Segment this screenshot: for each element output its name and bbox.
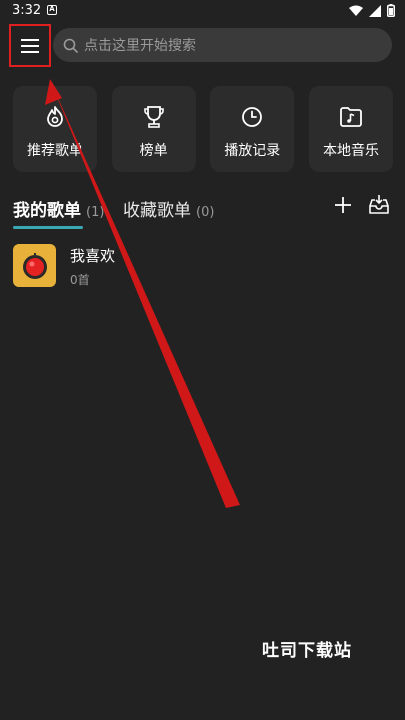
- playlist-cover: [13, 244, 56, 287]
- status-time: 3:32: [12, 3, 42, 18]
- clock-icon: [241, 105, 263, 129]
- import-playlist-button[interactable]: [367, 193, 391, 217]
- menu-button[interactable]: [9, 24, 51, 67]
- tile-label: 榜单: [139, 143, 168, 159]
- tab-favorite-playlists[interactable]: 收藏歌单 (0): [123, 196, 214, 221]
- tile-label: 本地音乐: [322, 143, 379, 159]
- tab-title: 我的歌单: [13, 201, 81, 221]
- tile-local-music[interactable]: 本地音乐: [308, 86, 393, 172]
- search-bar[interactable]: 点击这里开始搜索: [53, 28, 392, 62]
- active-tab-indicator: [13, 226, 83, 229]
- watermark: 吐司下载站: [262, 641, 352, 661]
- playlist-item[interactable]: 我喜欢 0首: [13, 244, 393, 290]
- tab-count: (1): [86, 205, 105, 220]
- playlist-tabs: 我的歌单 (1) 收藏歌单 (0): [13, 193, 393, 230]
- search-placeholder: 点击这里开始搜索: [84, 38, 196, 54]
- status-icons: [349, 4, 395, 17]
- tile-charts[interactable]: 榜单: [111, 86, 196, 172]
- music-folder-icon: [340, 105, 362, 129]
- vinyl-heart-icon: [22, 252, 47, 279]
- playlist-name: 我喜欢: [70, 247, 116, 265]
- tile-label: 播放记录: [224, 143, 281, 159]
- tab-my-playlists[interactable]: 我的歌单 (1): [13, 196, 104, 221]
- trophy-icon: [143, 105, 165, 129]
- wifi-icon: [349, 5, 363, 16]
- tab-count: (0): [196, 205, 215, 220]
- quick-actions: 推荐歌单 榜单 播放记录 本地音乐: [13, 86, 393, 172]
- tab-title: 收藏歌单: [123, 201, 191, 221]
- playlist-song-count: 0首: [70, 273, 90, 287]
- search-icon: [63, 38, 78, 53]
- battery-icon: [387, 4, 395, 17]
- tile-play-history[interactable]: 播放记录: [210, 86, 295, 172]
- signal-icon: [369, 4, 381, 17]
- flame-icon: [45, 105, 65, 129]
- hamburger-menu-icon: [21, 38, 39, 53]
- plus-icon: [335, 197, 351, 213]
- status-bar: 3:32 A: [0, 0, 405, 22]
- add-playlist-button[interactable]: [332, 194, 354, 216]
- tile-recommended-playlists[interactable]: 推荐歌单: [13, 86, 97, 172]
- import-icon: [369, 195, 389, 214]
- app-notification-icon: A: [47, 5, 57, 15]
- tile-label: 推荐歌单: [27, 143, 83, 159]
